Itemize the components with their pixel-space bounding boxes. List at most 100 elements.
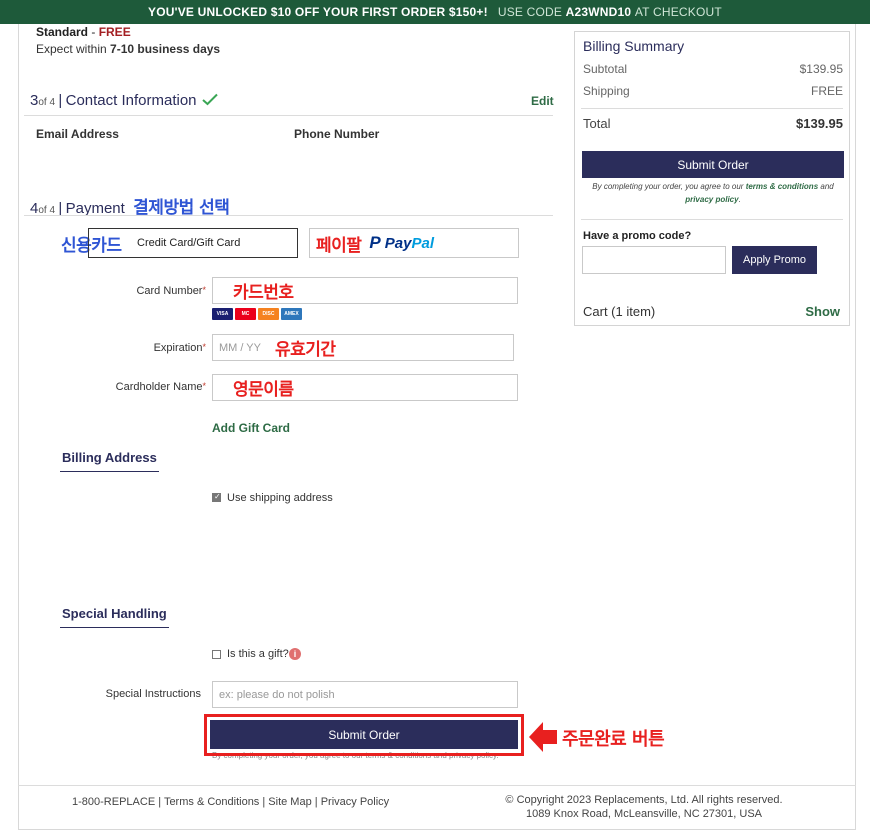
footer-privacy-link[interactable]: Privacy Policy	[321, 796, 389, 808]
add-gift-card-link[interactable]: Add Gift Card	[212, 421, 290, 435]
shipping-label: Shipping	[583, 84, 630, 98]
promo-code-input[interactable]	[582, 246, 726, 274]
summary-terms-prefix: By completing your order, you agree to o…	[592, 182, 746, 191]
shipping-price: FREE	[98, 25, 131, 39]
summary-terms-text: By completing your order, you agree to o…	[582, 180, 844, 206]
special-handling-heading: Special Handling	[60, 606, 169, 628]
credit-card-option[interactable]: Credit Card/Gift Card	[88, 228, 298, 258]
shipping-method: Standard - FREE	[36, 25, 131, 39]
billing-address-heading: Billing Address	[60, 450, 159, 472]
submit-highlight-box	[204, 714, 524, 756]
footer-phone[interactable]: 1-800-REPLACE	[72, 796, 155, 808]
cardholder-label-text: Cardholder Name	[115, 381, 203, 393]
summary-shipping-row: Shipping FREE	[583, 84, 843, 98]
billing-summary: Billing Summary Subtotal $139.95 Shippin…	[574, 31, 850, 326]
footer-copyright-text: © Copyright 2023 Replacements, Ltd. All …	[505, 794, 783, 806]
total-label: Total	[583, 116, 611, 131]
promo-banner-code-suffix: AT CHECKOUT	[634, 5, 722, 19]
discover-icon: DISC	[258, 308, 279, 320]
expiration-input[interactable]: MM / YY 유효기간	[212, 334, 514, 361]
contact-edit-link[interactable]: Edit	[531, 94, 554, 108]
checkmark-icon	[202, 93, 218, 106]
footer-terms-link[interactable]: Terms & Conditions	[164, 796, 259, 808]
gift-checkbox[interactable]	[212, 650, 221, 659]
paypal-icon: P	[369, 233, 381, 252]
contact-heading: 3of 4 | Contact Information	[30, 92, 218, 109]
cardholder-required: *	[202, 381, 206, 391]
footer-sep-2: |	[259, 796, 269, 808]
card-number-label: Card Number*	[100, 285, 206, 297]
terms-conditions-link[interactable]: terms & conditions	[746, 182, 818, 191]
visa-icon: VISA	[212, 308, 233, 320]
footer-sitemap-link[interactable]: Site Map	[268, 796, 311, 808]
contact-separator: |	[58, 92, 63, 109]
shipping-dash: -	[88, 25, 99, 39]
paypal-annotation: 페이팔	[316, 235, 362, 256]
summary-title: Billing Summary	[583, 38, 685, 54]
paypal-logo-pay: Pay	[384, 234, 412, 252]
submit-annotation: 주문완료 버튼	[562, 729, 665, 750]
summary-divider	[581, 108, 843, 109]
promo-banner-main: YOU'VE UNLOCKED $10 OFF YOUR FIRST ORDER…	[148, 5, 488, 19]
card-logos: VISA MC DISC AMEX	[212, 308, 302, 320]
summary-promo-divider	[581, 219, 843, 220]
apply-promo-button[interactable]: Apply Promo	[732, 246, 817, 274]
total-value: $139.95	[796, 116, 843, 131]
summary-terms-and: and	[818, 182, 834, 191]
card-number-label-text: Card Number	[136, 285, 203, 297]
subtotal-label: Subtotal	[583, 62, 628, 76]
expiration-label-text: Expiration	[153, 342, 203, 354]
expiration-required: *	[202, 342, 206, 352]
footer-sep-3: |	[311, 796, 321, 808]
cardholder-label: Cardholder Name*	[90, 381, 206, 393]
subtotal-value: $139.95	[799, 62, 843, 76]
footer-address: 1089 Knox Road, McLeansville, NC 27301, …	[525, 808, 763, 820]
payment-divider	[24, 215, 553, 216]
shipping-expect-days: 7-10 business days	[110, 42, 221, 56]
paypal-option[interactable]: 페이팔 P Pay Pal	[309, 228, 519, 258]
shipping-value: FREE	[810, 84, 843, 98]
expiration-label: Expiration*	[100, 342, 206, 354]
cardholder-input[interactable]: 영문이름	[212, 374, 518, 401]
summary-total-row: Total $139.95	[583, 116, 843, 131]
special-instructions-placeholder: ex: please do not polish	[219, 688, 335, 701]
phone-label: Phone Number	[294, 127, 380, 141]
summary-subtotal-row: Subtotal $139.95	[583, 62, 843, 76]
special-instructions-input[interactable]: ex: please do not polish	[212, 681, 518, 708]
shipping-method-name: Standard	[36, 25, 89, 39]
red-arrow-icon	[529, 722, 557, 752]
card-number-input[interactable]: 카드번호	[212, 277, 518, 304]
contact-step-of: of 4	[38, 97, 56, 108]
summary-submit-order-button[interactable]: Submit Order	[582, 151, 844, 178]
special-instructions-label: Special Instructions	[105, 688, 201, 700]
contact-title: Contact Information	[65, 92, 197, 109]
gift-label[interactable]: Is this a gift?	[227, 648, 289, 660]
shipping-expect-prefix: Expect within	[36, 42, 111, 56]
expiration-placeholder: MM / YY	[219, 341, 261, 354]
summary-terms-end: .	[738, 195, 741, 204]
cart-show-link[interactable]: Show	[805, 304, 840, 319]
amex-icon: AMEX	[281, 308, 302, 320]
promo-label: Have a promo code?	[583, 230, 692, 242]
promo-code: A23WND10	[565, 5, 632, 19]
footer-sep-1: |	[155, 796, 164, 808]
footer-copyright: © Copyright 2023 Replacements, Ltd. All …	[470, 793, 818, 821]
contact-divider	[24, 115, 553, 116]
use-shipping-checkbox[interactable]	[212, 492, 221, 502]
card-number-annotation: 카드번호	[233, 283, 294, 303]
email-label: Email Address	[36, 127, 119, 141]
privacy-policy-link[interactable]: privacy policy	[685, 195, 738, 204]
card-number-required: *	[202, 285, 206, 295]
mastercard-icon: MC	[235, 308, 256, 320]
footer-links: 1-800-REPLACE | Terms & Conditions | Sit…	[72, 796, 389, 808]
cart-label: Cart (1 item)	[583, 304, 656, 319]
cardholder-annotation: 영문이름	[233, 380, 294, 400]
expiration-annotation: 유효기간	[274, 340, 336, 360]
promo-banner: YOU'VE UNLOCKED $10 OFF YOUR FIRST ORDER…	[0, 0, 870, 24]
use-shipping-label[interactable]: Use shipping address	[227, 492, 333, 504]
shipping-expect: Expect within 7-10 business days	[36, 42, 220, 56]
promo-banner-code-prefix: USE CODE	[497, 5, 563, 19]
footer-divider	[18, 785, 856, 786]
info-icon[interactable]: i	[289, 648, 301, 660]
paypal-logo-pal: Pal	[411, 234, 434, 252]
